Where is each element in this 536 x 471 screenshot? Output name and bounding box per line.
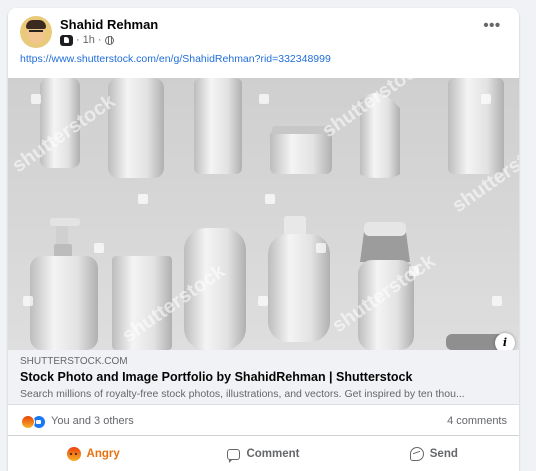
angry-reaction-icon [66,447,81,461]
messenger-icon [409,447,424,461]
post-link[interactable]: https://www.shutterstock.com/en/g/Shahid… [20,53,331,65]
avatar-hair [26,20,46,29]
reaction-icons[interactable] [21,415,49,429]
product-mockup-image: shutterstock shutterstock shutterstock s… [8,78,519,350]
meta-separator-2: · [97,34,102,46]
globe-icon[interactable] [104,35,114,45]
avatar[interactable] [20,16,52,48]
link-domain: SHUTTERSTOCK.COM [20,356,128,367]
comment-count[interactable]: 4 comments [447,415,507,427]
profile-frame-icon [60,34,73,46]
meta-separator: · [76,34,80,46]
link-description: Search millions of royalty-free stock ph… [20,388,465,400]
more-options-button[interactable]: ••• [477,18,507,38]
link-preview-details[interactable]: SHUTTERSTOCK.COM Stock Photo and Image P… [8,350,519,405]
link-title[interactable]: Stock Photo and Image Portfolio by Shahi… [20,370,412,384]
comment-icon [227,448,241,463]
post-card: Shahid Rehman · 1h · ••• https://www.shu… [8,8,519,471]
post-stats: You and 3 others 4 comments [8,406,519,436]
link-preview-image[interactable]: shutterstock shutterstock shutterstock s… [8,78,519,350]
avatar-glasses [29,30,43,34]
post-header: Shahid Rehman · 1h · ••• [8,8,519,52]
comment-label: Comment [246,448,300,460]
send-label: Send [429,448,458,460]
post-actions: Angry Comment Send [8,437,519,471]
post-time[interactable]: 1h [83,34,95,46]
angry-icon [21,415,35,429]
author-name[interactable]: Shahid Rehman [60,17,158,32]
reaction-summary[interactable]: You and 3 others [51,415,134,427]
send-button[interactable]: Send [349,437,519,471]
post-meta: · 1h · [60,34,114,46]
angry-label: Angry [86,448,120,460]
comment-button[interactable]: Comment [178,437,348,471]
angry-button[interactable]: Angry [8,437,178,471]
